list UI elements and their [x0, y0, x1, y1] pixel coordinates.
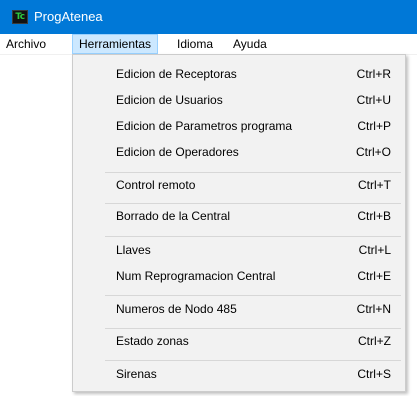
menu-item-num-reprogramacion[interactable]: Num Reprogramacion Central Ctrl+E — [73, 266, 405, 288]
menu-separator — [105, 360, 401, 361]
menu-item-label: Sirenas — [116, 367, 157, 381]
menu-separator — [105, 295, 401, 296]
menu-separator — [105, 236, 401, 237]
menu-item-numeros-nodo[interactable]: Numeros de Nodo 485 Ctrl+N — [73, 299, 405, 321]
menu-item-shortcut: Ctrl+R — [356, 67, 391, 81]
menu-herramientas[interactable]: Herramientas — [72, 34, 159, 54]
menu-item-label: Edicion de Operadores — [116, 145, 239, 159]
menu-item-borrado-central[interactable]: Borrado de la Central Ctrl+B — [73, 206, 405, 228]
menu-item-shortcut: Ctrl+E — [357, 269, 391, 283]
menu-item-control-remoto[interactable]: Control remoto Ctrl+T — [73, 175, 405, 197]
menu-item-label: Edicion de Parametros programa — [116, 119, 293, 133]
menu-ayuda[interactable]: Ayuda — [227, 34, 273, 54]
menu-item-edicion-usuarios[interactable]: Edicion de Usuarios Ctrl+U — [73, 90, 405, 112]
menu-separator — [105, 172, 401, 173]
menu-item-edicion-parametros[interactable]: Edicion de Parametros programa Ctrl+P — [73, 116, 405, 138]
menu-item-shortcut: Ctrl+P — [357, 119, 391, 133]
menu-item-shortcut: Ctrl+S — [357, 367, 391, 381]
menu-item-label: Llaves — [116, 243, 151, 257]
menu-separator — [105, 328, 401, 329]
menu-item-edicion-operadores[interactable]: Edicion de Operadores Ctrl+O — [73, 142, 405, 164]
menu-separator — [105, 203, 401, 204]
herramientas-dropdown-menu: Edicion de Receptoras Ctrl+R Edicion de … — [72, 54, 406, 392]
menu-item-shortcut: Ctrl+U — [356, 93, 391, 107]
menu-item-shortcut: Ctrl+O — [355, 145, 391, 159]
menu-item-shortcut: Ctrl+T — [358, 178, 391, 192]
menu-item-label: Control remoto — [116, 178, 196, 192]
menu-idioma[interactable]: Idioma — [171, 34, 219, 54]
title-bar[interactable]: Tc ProgAtenea — [0, 0, 417, 34]
menu-item-shortcut: Ctrl+L — [358, 243, 391, 257]
app-logo-icon: Tc — [12, 10, 28, 24]
menu-item-shortcut: Ctrl+B — [357, 209, 391, 223]
menu-item-edicion-receptoras[interactable]: Edicion de Receptoras Ctrl+R — [73, 64, 405, 86]
menu-item-sirenas[interactable]: Sirenas Ctrl+S — [73, 364, 405, 386]
menu-item-label: Estado zonas — [116, 334, 189, 348]
app-window: Tc ProgAtenea Archivo Herramientas Idiom… — [0, 0, 417, 396]
menu-item-shortcut: Ctrl+N — [356, 302, 391, 316]
menu-item-shortcut: Ctrl+Z — [358, 334, 391, 348]
menu-archivo[interactable]: Archivo — [0, 34, 52, 54]
menu-item-label: Num Reprogramacion Central — [116, 269, 276, 283]
menu-bar: Archivo Herramientas Idioma Ayuda — [0, 34, 417, 55]
menu-item-label: Numeros de Nodo 485 — [116, 302, 237, 316]
menu-item-estado-zonas[interactable]: Estado zonas Ctrl+Z — [73, 331, 405, 353]
menu-item-label: Edicion de Usuarios — [116, 93, 223, 107]
menu-item-label: Borrado de la Central — [116, 209, 231, 223]
menu-item-label: Edicion de Receptoras — [116, 67, 237, 81]
menu-item-llaves[interactable]: Llaves Ctrl+L — [73, 240, 405, 262]
window-title: ProgAtenea — [34, 9, 103, 24]
